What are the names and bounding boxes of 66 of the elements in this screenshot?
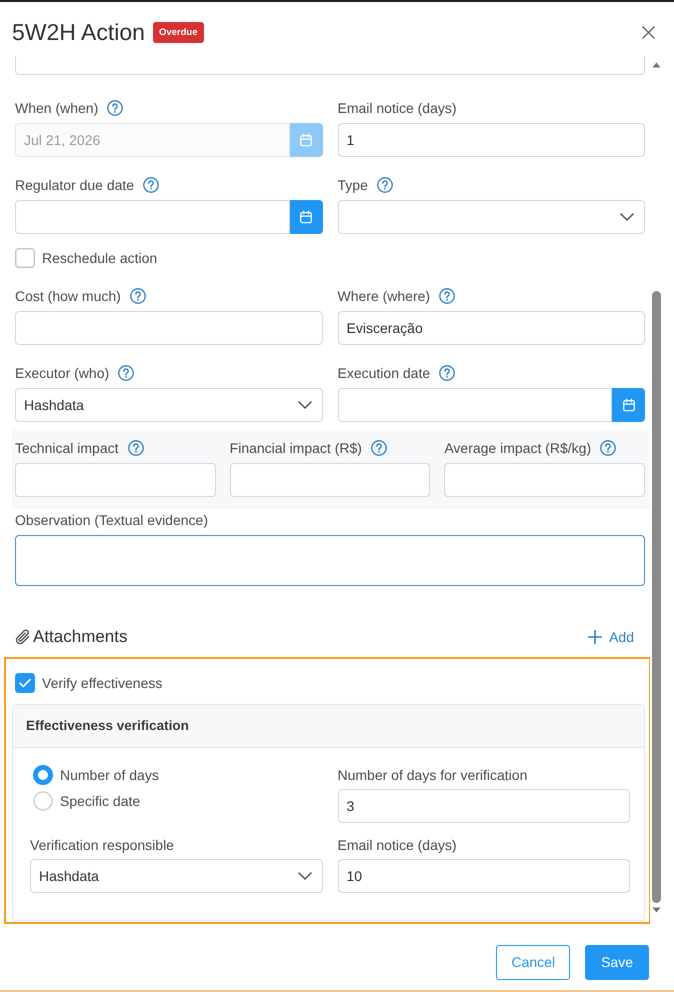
calendar-button[interactable]: [612, 388, 645, 422]
field-label: Executor (who): [15, 364, 110, 383]
plus-icon: [588, 630, 602, 644]
field-label: Email notice (days): [338, 99, 457, 118]
field-label: Average impact (R$/kg): [444, 439, 592, 458]
help-icon[interactable]: [370, 440, 387, 456]
field-label: Where (where): [338, 287, 430, 306]
select-field[interactable]: Hashdata: [30, 859, 322, 893]
status-badge: Overdue: [152, 22, 204, 42]
field-label: Verification responsible: [30, 836, 174, 855]
card-header: Effectiveness verification: [13, 705, 644, 748]
field-label: Cost (how much): [15, 287, 121, 306]
close-icon[interactable]: [642, 26, 655, 38]
scroll-down-icon[interactable]: [652, 907, 660, 913]
text-area[interactable]: [15, 535, 645, 586]
chevron-down-icon: [298, 401, 312, 409]
date-field[interactable]: [338, 388, 612, 422]
add-link[interactable]: Add: [588, 626, 634, 648]
scrollbar-thumb[interactable]: [652, 291, 660, 903]
checkbox[interactable]: [15, 248, 35, 268]
radio-label: Specific date: [60, 792, 140, 811]
field-label: Email notice (days): [338, 836, 457, 855]
calendar-icon: [299, 133, 313, 147]
help-icon[interactable]: [600, 440, 616, 456]
chevron-down-icon: [298, 872, 312, 880]
text-field[interactable]: 3: [338, 789, 630, 823]
text-field[interactable]: [15, 311, 322, 345]
text-field[interactable]: Evisceração: [338, 311, 645, 345]
section-title: Attachments: [33, 626, 128, 648]
field-label: Technical impact: [15, 439, 118, 458]
help-icon[interactable]: [128, 440, 144, 456]
scroll-up-icon[interactable]: [652, 62, 660, 68]
help-icon[interactable]: [376, 177, 393, 193]
text-field[interactable]: 1: [338, 123, 645, 157]
help-icon[interactable]: [118, 365, 134, 381]
text-field[interactable]: [230, 463, 430, 497]
date-field[interactable]: [15, 200, 290, 234]
help-icon[interactable]: [439, 288, 456, 304]
help-icon[interactable]: [130, 288, 146, 304]
checkbox-label: Reschedule action: [42, 248, 158, 268]
field-label: Observation (Textual evidence): [15, 511, 208, 530]
select-field[interactable]: [338, 200, 645, 234]
checkbox[interactable]: [15, 673, 35, 693]
help-icon[interactable]: [143, 177, 160, 193]
text-field[interactable]: [444, 463, 645, 497]
calendar-icon: [622, 398, 636, 412]
radio-label: Number of days: [60, 766, 159, 785]
text-field[interactable]: [15, 463, 216, 497]
paperclip-icon: [15, 628, 31, 646]
field-label: Regulator due date: [15, 176, 134, 195]
dialog-title: 5W2H Action: [12, 18, 145, 46]
chevron-down-icon: [620, 213, 634, 221]
calendar-button[interactable]: [290, 200, 322, 234]
field-label: Financial impact (R$): [230, 439, 362, 458]
field-label: Execution date: [338, 364, 430, 383]
text-field[interactable]: 10: [338, 859, 630, 893]
select-field[interactable]: Hashdata: [15, 388, 322, 422]
text-field[interactable]: [15, 56, 645, 75]
field-label: When (when): [15, 99, 98, 118]
field-label: Number of days for verification: [338, 766, 528, 785]
radio-button[interactable]: [33, 791, 53, 811]
radio-button[interactable]: [33, 765, 53, 785]
field-label: Type: [338, 176, 368, 195]
calendar-icon: [299, 210, 313, 224]
checkbox-label: Verify effectiveness: [42, 674, 162, 693]
help-icon[interactable]: [439, 365, 456, 381]
